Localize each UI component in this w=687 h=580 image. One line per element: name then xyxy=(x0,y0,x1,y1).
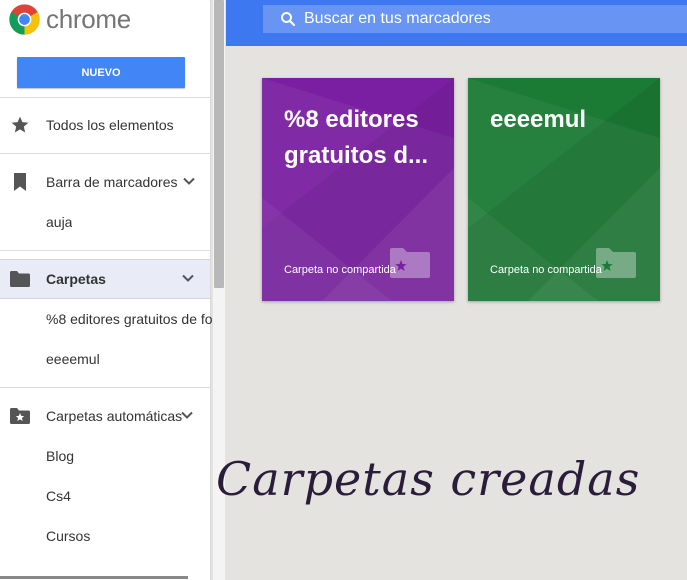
card-status: Carpeta no compartida xyxy=(490,264,602,276)
sidebar-subitem-cursos[interactable]: Cursos xyxy=(0,516,210,556)
chrome-icon xyxy=(9,3,40,35)
chevron-down-icon[interactable] xyxy=(180,408,194,422)
sidebar-item-bookmarks-bar[interactable]: Barra de marcadores xyxy=(0,162,210,202)
logo-text: chrome xyxy=(46,3,131,34)
sidebar-subitem-label: Cs4 xyxy=(46,488,71,504)
divider xyxy=(0,387,210,388)
sidebar-subitem-folder-2[interactable]: eeeemul xyxy=(0,339,210,379)
sidebar-item-label: Barra de marcadores xyxy=(46,174,178,190)
sidebar-subitem-label: eeeemul xyxy=(46,351,100,367)
new-button[interactable]: NUEVO xyxy=(17,57,185,88)
card-status: Carpeta no compartida xyxy=(284,264,396,276)
top-bar: Buscar en tus marcadores xyxy=(226,0,687,46)
folder-icon xyxy=(10,269,30,289)
sidebar-subitem-auja[interactable]: auja xyxy=(0,202,210,242)
sidebar-subitem-label: %8 editores gratuitos de fotos xyxy=(46,311,212,327)
chrome-logo: chrome xyxy=(8,2,131,36)
card-title: eeeemul xyxy=(490,106,587,133)
chevron-down-icon[interactable] xyxy=(182,174,196,188)
sidebar-subitem-folder-1[interactable]: %8 editores gratuitos de fotos xyxy=(0,299,212,339)
sidebar-subitem-label: Cursos xyxy=(46,528,91,544)
sidebar-item-label: Carpetas automáticas xyxy=(46,408,183,424)
card-title: %8 editores gratuitos d... xyxy=(284,106,428,169)
sidebar-item-label: Todos los elementos xyxy=(46,117,174,133)
sidebar-item-all-items[interactable]: Todos los elementos xyxy=(0,105,210,145)
folder-card[interactable]: eeeemul Carpeta no compartida xyxy=(468,78,660,301)
chevron-down-icon[interactable] xyxy=(181,271,195,285)
star-icon xyxy=(10,115,30,135)
sidebar-subitem-cs4[interactable]: Cs4 xyxy=(0,476,210,516)
divider xyxy=(0,153,210,154)
search-box[interactable]: Buscar en tus marcadores xyxy=(263,5,687,33)
horizontal-scrollbar[interactable] xyxy=(0,576,188,579)
sidebar-item-folders[interactable]: Carpetas xyxy=(0,259,210,299)
search-placeholder: Buscar en tus marcadores xyxy=(304,10,491,27)
sidebar-subitem-label: auja xyxy=(46,214,73,230)
divider xyxy=(0,250,210,251)
sidebar-subitem-blog[interactable]: Blog xyxy=(0,436,210,476)
search-icon xyxy=(281,12,296,27)
sidebar-item-label: Carpetas xyxy=(46,271,106,287)
folder-card[interactable]: %8 editores gratuitos d... Carpeta no co… xyxy=(262,78,454,301)
sidebar-item-auto-folders[interactable]: Carpetas automáticas xyxy=(0,396,210,436)
sidebar: chrome NUEVO Todos los elementos Barra d… xyxy=(0,0,212,580)
scrollbar-thumb[interactable] xyxy=(214,0,224,288)
bookmark-icon xyxy=(10,172,30,192)
sidebar-subitem-label: Blog xyxy=(46,448,75,464)
handwritten-annotation: Carpetas creadas xyxy=(216,452,641,506)
star-folder-icon xyxy=(10,406,30,426)
divider xyxy=(0,97,210,98)
